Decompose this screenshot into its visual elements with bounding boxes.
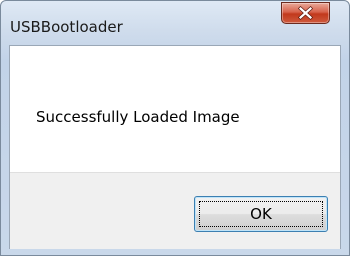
ok-button[interactable]: OK — [194, 196, 328, 232]
button-bar: OK — [10, 172, 340, 249]
dialog-body: Successfully Loaded Image OK — [9, 45, 341, 249]
message-dialog-window: USBBootloader Successfully Loaded Image … — [0, 0, 350, 256]
close-icon — [297, 5, 314, 21]
ok-button-label: OK — [250, 205, 272, 223]
message-text: Successfully Loaded Image — [36, 108, 240, 126]
title-bar[interactable]: USBBootloader — [1, 1, 349, 45]
close-button[interactable] — [281, 2, 330, 24]
window-title: USBBootloader — [10, 18, 123, 36]
